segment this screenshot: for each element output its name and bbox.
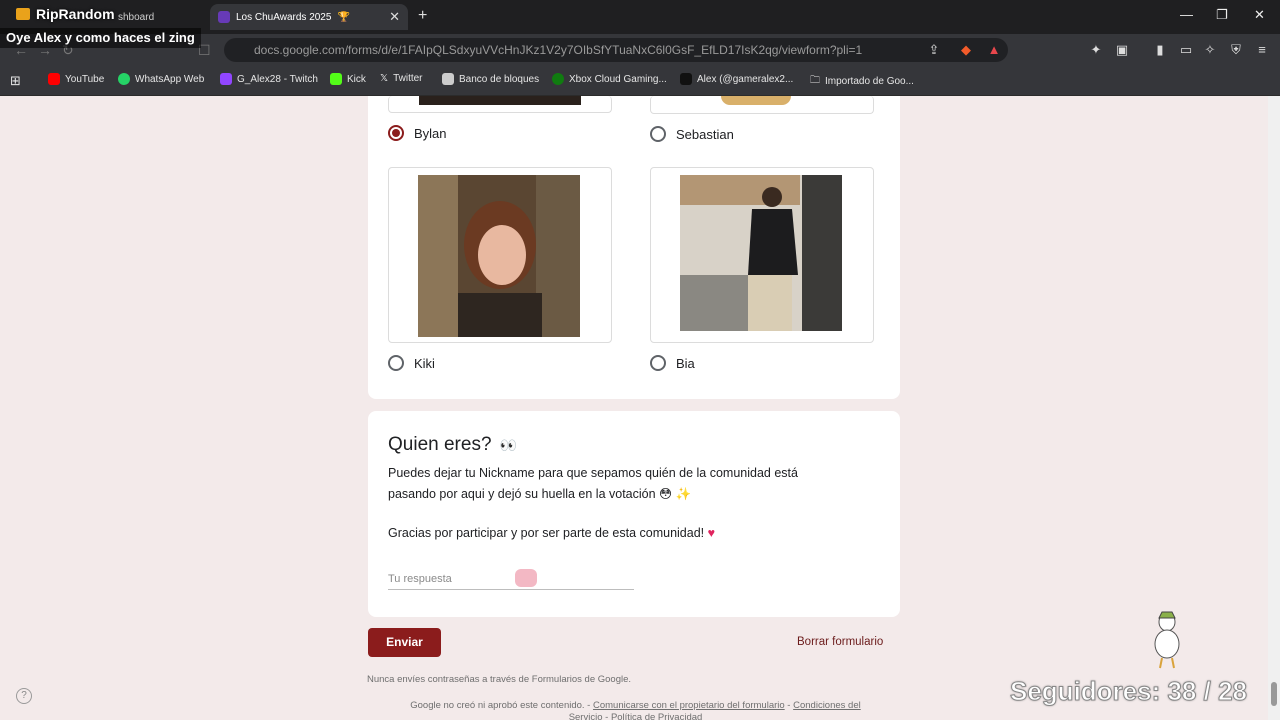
question-description-line1: Puedes dejar tu Nickname para que sepamo…	[388, 466, 798, 480]
menu-icon[interactable]: ≡	[1254, 42, 1270, 58]
brave-shield-icon[interactable]: ◆	[958, 42, 974, 58]
close-tab-icon[interactable]: ✕	[389, 9, 400, 25]
option-image-kiki	[388, 167, 612, 343]
apps-icon[interactable]: ⊞	[10, 73, 21, 89]
bookmark-label: Twitter	[393, 73, 423, 84]
duck-mascot-icon	[1154, 611, 1180, 669]
bookmark-youtube[interactable]: YouTube	[48, 73, 104, 85]
option-label-kiki: Kiki	[414, 356, 435, 371]
desc-text: pasando por aqui y dejó su huella en la …	[388, 487, 656, 501]
bookmark-label: Alex (@gameralex2...	[697, 73, 794, 85]
bookmark-label: WhatsApp Web	[135, 73, 205, 85]
bookmark-banco[interactable]: Banco de bloques	[442, 73, 539, 85]
close-window-icon[interactable]: ✕	[1254, 7, 1265, 23]
stream-channel-title: RipRandom	[16, 6, 115, 22]
submit-button[interactable]: Enviar	[368, 628, 441, 657]
option-label-sebastian: Sebastian	[676, 127, 734, 142]
option-label-bylan: Bylan	[414, 126, 447, 141]
emoji-icon: 😳 ✨	[659, 487, 692, 501]
tab-chuawards[interactable]: Los ChuAwards 2025 🏆 ✕	[210, 4, 408, 30]
password-warning: Nunca envíes contraseñas a través de For…	[367, 674, 632, 685]
crown-icon	[16, 8, 30, 20]
clear-form-button[interactable]: Borrar formulario	[797, 636, 883, 648]
option-image-bia	[650, 167, 874, 343]
bookmark-twitter[interactable]: 𝕏 Twitter	[380, 73, 423, 84]
tiktok-icon	[680, 73, 692, 85]
heart-icon: ♥	[707, 526, 716, 540]
forms-icon	[218, 11, 230, 23]
screenshot-icon[interactable]: ▣	[1114, 42, 1130, 58]
bookmark-kick[interactable]: Kick	[330, 73, 366, 85]
followers-counter: Seguidores: 38 / 28	[1010, 676, 1248, 707]
question-title-text: Quien eres?	[388, 434, 492, 455]
wallet-icon[interactable]: ▭	[1178, 42, 1194, 58]
photo-bylan	[419, 96, 581, 105]
radio-bia[interactable]	[650, 355, 666, 371]
kick-icon	[330, 73, 342, 85]
mouse-cursor-icon	[515, 569, 537, 587]
leo-icon[interactable]: ✧	[1202, 42, 1218, 58]
nickname-answer-input[interactable]: Tu respuesta	[388, 570, 634, 590]
chat-overlay-message: Oye Alex y como haces el zing	[0, 28, 201, 48]
blocks-icon	[442, 73, 454, 85]
photo-bia	[680, 175, 842, 331]
question-thanks: Gracias por participar y por ser parte d…	[388, 526, 715, 540]
folder-icon: 🗀	[810, 75, 820, 86]
bookmark-folder[interactable]: 🗀 Importado de Goo...	[810, 73, 914, 90]
bookmark-label: Kick	[347, 73, 366, 85]
footer-prefix: Google no creó ni aprobó este contenido.…	[410, 700, 591, 711]
brave-rewards-icon[interactable]: ▲	[986, 42, 1002, 58]
question-description-line2: pasando por aqui y dejó su huella en la …	[388, 486, 691, 502]
tab-label: Los ChuAwards 2025	[236, 11, 332, 23]
twitch-icon	[220, 73, 232, 85]
photo-kiki	[418, 175, 580, 337]
youtube-icon	[48, 73, 60, 85]
x-icon: 𝕏	[380, 73, 389, 84]
maximize-icon[interactable]: ❐	[1216, 7, 1228, 23]
option-image-bylan	[388, 96, 612, 113]
trophy-icon: 🏆	[337, 11, 350, 23]
bookmark-tiktok[interactable]: Alex (@gameralex2...	[680, 73, 793, 85]
bookmark-twitch[interactable]: G_Alex28 - Twitch	[220, 73, 318, 85]
tab-label: shboard	[118, 11, 155, 23]
bookmark-label: Banco de bloques	[459, 73, 540, 85]
page-scrollbar[interactable]	[1268, 96, 1280, 720]
answer-placeholder: Tu respuesta	[388, 573, 452, 585]
footer-disclaimer: Google no creó ni aprobó este contenido.…	[398, 700, 873, 720]
minimize-icon[interactable]: —	[1180, 7, 1193, 22]
radio-bylan[interactable]	[388, 125, 404, 141]
question-title: Quien eres? 👀	[388, 434, 517, 456]
bookmark-whatsapp[interactable]: WhatsApp Web	[118, 73, 204, 85]
contact-owner-link[interactable]: Comunicarse con el propietario del formu…	[593, 700, 785, 711]
extensions-icon[interactable]: ✦	[1088, 42, 1104, 58]
thanks-text: Gracias por participar y por ser parte d…	[388, 526, 705, 540]
bookmark-xbox[interactable]: Xbox Cloud Gaming...	[552, 73, 667, 85]
channel-name: RipRandom	[36, 6, 115, 22]
privacy-link[interactable]: Política de Privacidad	[611, 712, 702, 720]
radio-kiki[interactable]	[388, 355, 404, 371]
bookmark-label: Xbox Cloud Gaming...	[569, 73, 667, 85]
sidebar-icon[interactable]: ▮	[1152, 42, 1168, 58]
share-icon[interactable]: ⇪	[926, 42, 942, 58]
whatsapp-icon	[118, 73, 130, 85]
option-label-bia: Bia	[676, 356, 695, 371]
bookmark-label: Importado de Goo...	[825, 76, 914, 87]
url-field[interactable]: docs.google.com/forms/d/e/1FAIpQLSdxyuVV…	[224, 38, 1008, 62]
xbox-icon	[552, 73, 564, 85]
eyes-icon: 👀	[499, 436, 517, 453]
vpn-icon[interactable]: ⛨	[1228, 42, 1244, 58]
bookmark-label: YouTube	[65, 73, 105, 85]
photo-sebastian	[721, 96, 791, 105]
help-icon[interactable]: ?	[16, 688, 32, 704]
scrollbar-thumb[interactable]	[1271, 682, 1277, 706]
radio-sebastian[interactable]	[650, 126, 666, 142]
new-tab-icon[interactable]: +	[418, 7, 427, 25]
option-image-sebastian	[650, 96, 874, 114]
bookmark-label: G_Alex28 - Twitch	[237, 73, 318, 85]
